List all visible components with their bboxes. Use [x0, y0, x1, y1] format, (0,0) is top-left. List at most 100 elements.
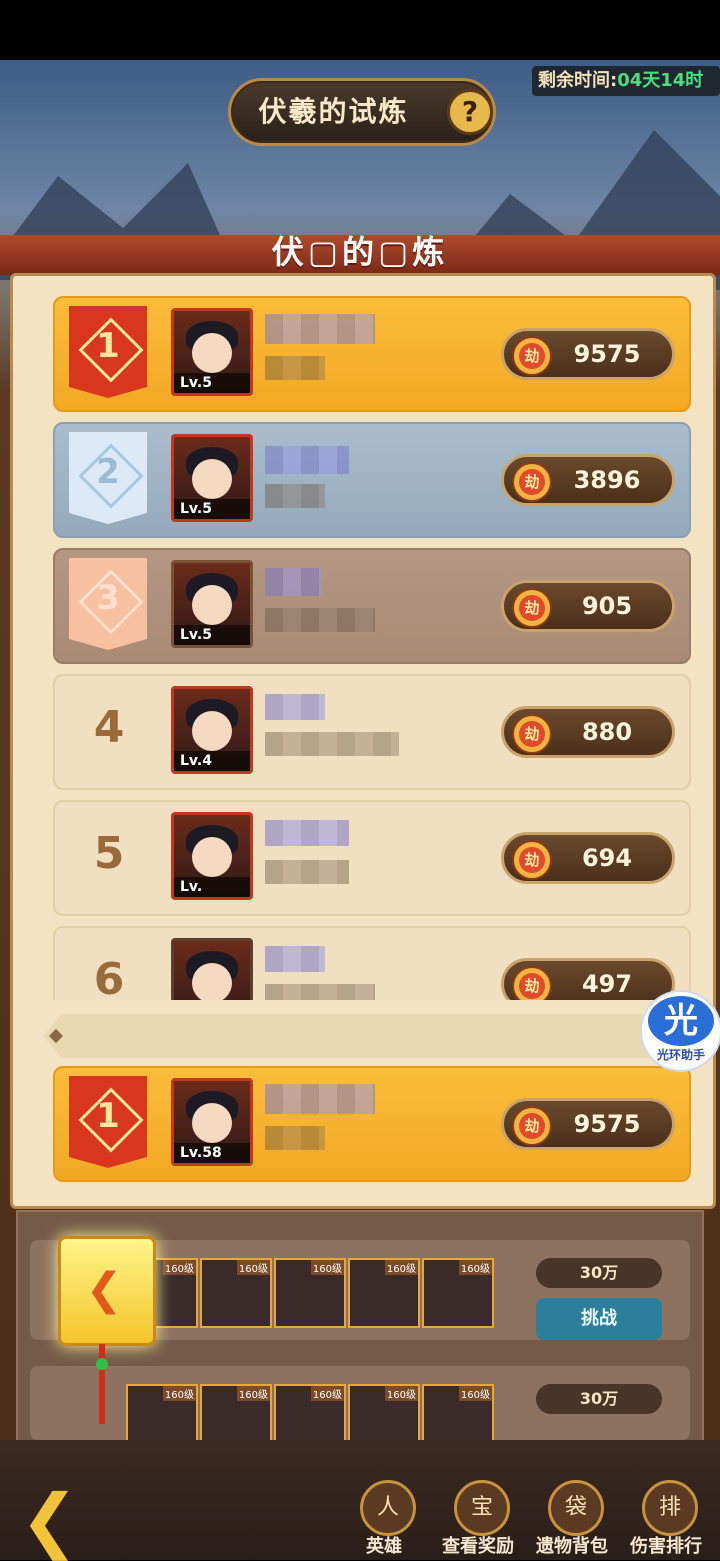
help-icon[interactable]: ?	[447, 89, 493, 135]
ranking-panel: 伏▢的▢炼 1 Lv.5 劫 9575 2 Lv.5 劫 3896 3 Lv.5…	[0, 233, 720, 1210]
score-badge: 劫 905	[501, 580, 675, 632]
assistant-label: 光环助手	[656, 1048, 705, 1062]
panel-body: 1 Lv.5 劫 9575 2 Lv.5 劫 3896 3 Lv.5 劫 905…	[10, 273, 716, 1209]
hero-portrait[interactable]: 160级	[422, 1258, 494, 1328]
coin-icon: 劫	[512, 588, 552, 628]
ranking-icon: 排	[642, 1480, 698, 1536]
score-badge: 劫 497	[501, 958, 675, 1000]
hero-portrait[interactable]: 160级	[348, 1384, 420, 1440]
list-divider	[43, 1014, 683, 1058]
hero-icon: 人	[360, 1480, 416, 1536]
coin-icon: 劫	[512, 966, 552, 1000]
assistant-icon: 光	[648, 996, 714, 1046]
player-avatar[interactable]: Lv.4	[171, 686, 253, 774]
nav-relic-bag-label: 遗物背包	[536, 1536, 608, 1557]
hero-portrait[interactable]: 160级	[126, 1384, 198, 1440]
back-arrow-icon[interactable]: ❮	[20, 1480, 120, 1560]
score-badge: 劫 880	[501, 706, 675, 758]
remaining-time: 剩余时间:04天14时	[532, 66, 720, 96]
coin-icon: 劫	[512, 714, 552, 754]
team-power: 30万	[536, 1384, 662, 1414]
my-score-badge: 劫 9575	[501, 1098, 675, 1150]
bottom-nav: ❮ 人 英雄 宝 查看奖励 袋 遗物背包 排 伤害排行	[0, 1440, 720, 1560]
coin-icon: 劫	[512, 840, 552, 880]
player-level: Lv.5	[174, 499, 250, 519]
rank-1-banner-icon: 1	[69, 306, 147, 398]
hero-portrait[interactable]: 160级	[348, 1258, 420, 1328]
coin-icon: 劫	[512, 1106, 552, 1146]
rank-row-2[interactable]: 2 Lv.5 劫 3896	[53, 422, 691, 538]
list-clip: 6 劫 497	[13, 916, 713, 1000]
score-value: 3896	[573, 466, 641, 494]
my-name-redacted	[265, 1084, 375, 1114]
coin-icon: 劫	[512, 462, 552, 502]
rank-row-5[interactable]: 5 Lv. 劫 694	[53, 800, 691, 916]
pole-decoration	[99, 1344, 105, 1424]
nav-rewards[interactable]: 宝 查看奖励	[432, 1480, 524, 1560]
rank-3-banner-icon: 3	[69, 558, 147, 650]
nav-hero-label: 英雄	[366, 1536, 402, 1557]
status-bar	[0, 0, 720, 60]
player-level: Lv.	[174, 877, 250, 897]
score-value: 880	[581, 718, 633, 746]
player-guild-redacted	[265, 484, 325, 508]
chevron-left-icon: ❮	[85, 1264, 123, 1315]
rank-row-3[interactable]: 3 Lv.5 劫 905	[53, 548, 691, 664]
player-level: Lv.5	[174, 373, 250, 393]
bag-icon: 袋	[548, 1480, 604, 1536]
rank-row-1[interactable]: 1 Lv.5 劫 9575	[53, 296, 691, 412]
event-title: 伏羲的试炼	[258, 95, 409, 128]
player-guild-redacted	[265, 732, 399, 756]
player-guild-redacted	[265, 860, 349, 884]
player-avatar[interactable]	[171, 938, 253, 1000]
hero-portrait[interactable]: 160级	[200, 1258, 272, 1328]
challenge-button[interactable]: 挑战	[536, 1298, 662, 1340]
player-name-redacted	[265, 446, 349, 474]
hero-portrait[interactable]: 160级	[422, 1384, 494, 1440]
hero-portrait[interactable]: 160级	[274, 1384, 346, 1440]
nav-rewards-label: 查看奖励	[442, 1536, 514, 1557]
rank-2-banner-icon: 2	[69, 432, 147, 524]
team-power: 30万	[536, 1258, 662, 1288]
score-badge: 劫 694	[501, 832, 675, 884]
player-name-redacted	[265, 568, 321, 596]
nav-damage-ranking[interactable]: 排 伤害排行	[620, 1480, 712, 1560]
score-badge: 劫 3896	[501, 454, 675, 506]
my-rank-row[interactable]: 1 Lv.58 劫 9575	[53, 1066, 691, 1182]
my-guild-redacted	[265, 1126, 325, 1150]
player-guild-redacted	[265, 984, 375, 1000]
player-avatar[interactable]: Lv.5	[171, 560, 253, 648]
rank-number: 4	[93, 702, 125, 753]
chest-icon: 宝	[454, 1480, 510, 1536]
player-avatar[interactable]: Lv.5	[171, 434, 253, 522]
hero-portrait[interactable]: 160级	[200, 1384, 272, 1440]
player-level: Lv.5	[174, 625, 250, 645]
score-value: 905	[581, 592, 633, 620]
score-badge: 劫 9575	[501, 328, 675, 380]
player-avatar[interactable]: Lv.	[171, 812, 253, 900]
nav-relic-bag[interactable]: 袋 遗物背包	[526, 1480, 618, 1560]
team-row: 160级 160级 160级 160级 160级 30万	[30, 1366, 690, 1440]
assistant-floating-button[interactable]: 光 光环助手	[640, 990, 720, 1072]
score-value: 497	[581, 970, 633, 998]
nav-hero[interactable]: 人 英雄	[338, 1480, 430, 1560]
rank-row-6[interactable]: 6 劫 497	[53, 926, 691, 1000]
collapse-panel-button[interactable]: ❮	[58, 1236, 156, 1346]
my-level: Lv.58	[174, 1143, 250, 1163]
remaining-time-value: 04天14时	[617, 70, 704, 91]
score-value: 694	[581, 844, 633, 872]
player-guild-redacted	[265, 356, 325, 380]
score-value: 9575	[573, 340, 641, 368]
nav-damage-ranking-label: 伤害排行	[630, 1536, 702, 1557]
rank-1-banner-icon: 1	[69, 1076, 147, 1168]
player-name-redacted	[265, 694, 325, 720]
pole-knob	[96, 1358, 108, 1370]
rank-number: 6	[93, 954, 125, 1000]
player-avatar[interactable]: Lv.5	[171, 308, 253, 396]
rank-row-4[interactable]: 4 Lv.4 劫 880	[53, 674, 691, 790]
player-level: Lv.4	[174, 751, 250, 771]
rank-number: 5	[93, 828, 125, 879]
my-score-value: 9575	[573, 1110, 641, 1138]
my-avatar[interactable]: Lv.58	[171, 1078, 253, 1166]
hero-portrait[interactable]: 160级	[274, 1258, 346, 1328]
